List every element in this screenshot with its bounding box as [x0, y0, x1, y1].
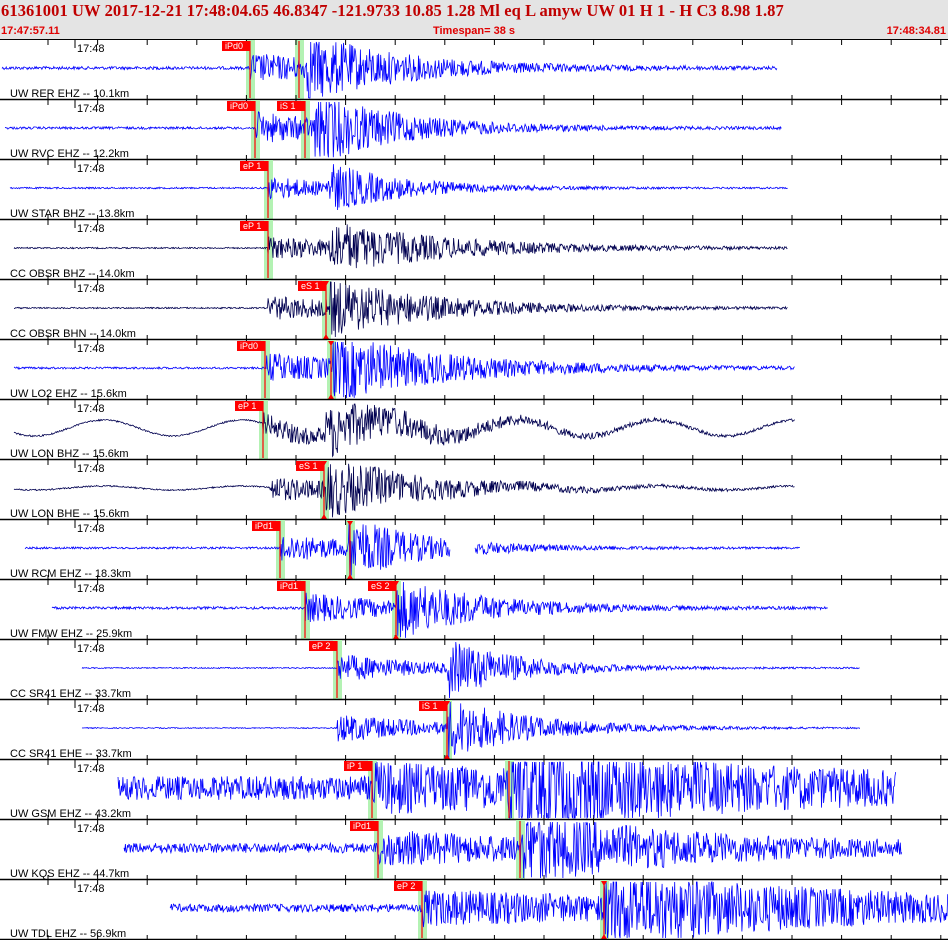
- panel-time-label: 17:48: [77, 163, 105, 175]
- pick-label: eS 2: [371, 581, 390, 591]
- trace-panel[interactable]: iP 1 17:48 UW GSM EHZ -- 43.2km: [0, 760, 948, 821]
- pick-label: iP 1: [347, 761, 362, 771]
- station-label: UW LO2 EHZ -- 15.6km: [10, 388, 127, 400]
- waveform-trace: [169, 880, 948, 939]
- station-label: UW LON BHE -- 15.6km: [10, 508, 129, 520]
- station-label: UW RVC EHZ -- 12.2km: [10, 148, 129, 160]
- panel-time-label: 17:48: [77, 343, 105, 355]
- trace-panel[interactable]: iPd1 17:48 UW RCM EHZ -- 18.3km: [0, 520, 948, 581]
- pick-label: iPd1: [280, 581, 298, 591]
- pick-label: iPd1: [255, 521, 273, 531]
- waveform-trace: [81, 701, 861, 758]
- station-label: UW RCM EHZ -- 18.3km: [10, 568, 131, 580]
- pick-label: eS 1: [301, 281, 320, 291]
- station-label: UW RER EHZ -- 10.1km: [10, 88, 129, 100]
- pick-label: eP 1: [243, 221, 261, 231]
- pick-label: iPd0: [240, 341, 258, 351]
- seismogram-panels: iPd0 17:48 UW RER EHZ -- 10.1km iPd0 iS 1 17:…: [0, 40, 948, 940]
- waveform-trace: [9, 164, 788, 211]
- panel-time-label: 17:48: [77, 823, 105, 835]
- waveform-trace: [123, 821, 903, 879]
- waveform-trace: [13, 224, 788, 269]
- panel-time-label: 17:48: [77, 223, 105, 235]
- trace-panel[interactable]: eP 2 17:48 UW TDL EHZ -- 56.9km: [0, 880, 948, 940]
- pick-label: eP 1: [238, 401, 256, 411]
- pick-label: iPd0: [230, 101, 248, 111]
- waveform-trace: [13, 403, 795, 458]
- station-label: CC OBSR BHZ -- 14.0km: [10, 268, 135, 280]
- waveform-trace: [51, 581, 828, 638]
- waveform-trace: [13, 463, 795, 518]
- trace-panel[interactable]: iS 1 17:48 CC SR41 EHE -- 33.7km: [0, 700, 948, 761]
- pick-label: iS 1: [422, 701, 438, 711]
- trace-panel[interactable]: eP 2 17:48 CC SR41 EHZ -- 33.7km: [0, 640, 948, 701]
- event-summary-line: 61361001 UW 2017-12-21 17:48:04.65 46.83…: [1, 1, 784, 20]
- waveform-trace: [81, 641, 860, 699]
- station-label: UW KQS EHZ -- 44.7km: [10, 868, 129, 880]
- station-label: CC SR41 EHE -- 33.7km: [10, 748, 132, 760]
- panel-time-label: 17:48: [77, 283, 105, 295]
- trace-panel[interactable]: iPd1 17:48 UW KQS EHZ -- 44.7km: [0, 820, 948, 881]
- panel-time-label: 17:48: [77, 43, 105, 55]
- panel-time-label: 17:48: [77, 403, 105, 415]
- pick-label: iS 1: [280, 101, 296, 111]
- station-label: UW STAR BHZ -- 13.8km: [10, 208, 134, 220]
- station-label: UW LON BHZ -- 15.6km: [10, 448, 129, 460]
- panel-time-label: 17:48: [77, 103, 105, 115]
- trace-panel[interactable]: eS 1 17:48 UW LON BHE -- 15.6km: [0, 460, 948, 521]
- timespan-label: Timespan= 38 s: [432, 25, 516, 37]
- pick-label: iPd1: [353, 821, 371, 831]
- trace-panel[interactable]: eS 1 17:48 CC OBSR BHN -- 14.0km: [0, 280, 948, 341]
- pick-label: eS 1: [299, 461, 318, 471]
- pick-label: iPd0: [225, 41, 243, 51]
- station-label: UW TDL EHZ -- 56.9km: [10, 928, 126, 940]
- pick-label: eP 2: [312, 641, 330, 651]
- event-header: 61361001 UW 2017-12-21 17:48:04.65 46.83…: [0, 0, 948, 40]
- trace-panel[interactable]: iPd0 17:48 UW RER EHZ -- 10.1km: [0, 40, 948, 101]
- waveform-trace: [13, 341, 795, 399]
- trace-panel[interactable]: iPd0 iS 1 17:48 UW RVC EHZ -- 12.2km: [0, 100, 948, 161]
- trace-panel[interactable]: iPd0 17:48 UW LO2 EHZ -- 15.6km: [0, 340, 948, 401]
- trace-panel[interactable]: eP 1 17:48 CC OBSR BHZ -- 14.0km: [0, 220, 948, 281]
- station-label: UW FMW EHZ -- 25.9km: [10, 628, 132, 640]
- station-label: UW GSM EHZ -- 43.2km: [10, 808, 131, 820]
- panel-time-label: 17:48: [77, 643, 105, 655]
- trace-panel[interactable]: eP 1 17:48 UW LON BHZ -- 15.6km: [0, 400, 948, 461]
- pick-label: eP 1: [243, 161, 261, 171]
- panel-time-label: 17:48: [77, 883, 105, 895]
- trace-panel[interactable]: eP 1 17:48 UW STAR BHZ -- 13.8km: [0, 160, 948, 221]
- pick-label: eP 2: [397, 881, 415, 891]
- station-label: CC OBSR BHN -- 14.0km: [10, 328, 136, 340]
- panel-time-label: 17:48: [77, 763, 105, 775]
- panel-time-label: 17:48: [77, 523, 105, 535]
- panel-time-label: 17:48: [77, 463, 105, 475]
- waveform-trace: [24, 521, 801, 576]
- trace-panel[interactable]: iPd1 eS 2 17:48 UW FMW EHZ -- 25.9km: [0, 580, 948, 641]
- end-time-label: 17:48:34.81: [886, 25, 946, 37]
- panel-time-label: 17:48: [77, 703, 105, 715]
- panel-time-label: 17:48: [77, 583, 105, 595]
- station-label: CC SR41 EHZ -- 33.7km: [10, 688, 131, 700]
